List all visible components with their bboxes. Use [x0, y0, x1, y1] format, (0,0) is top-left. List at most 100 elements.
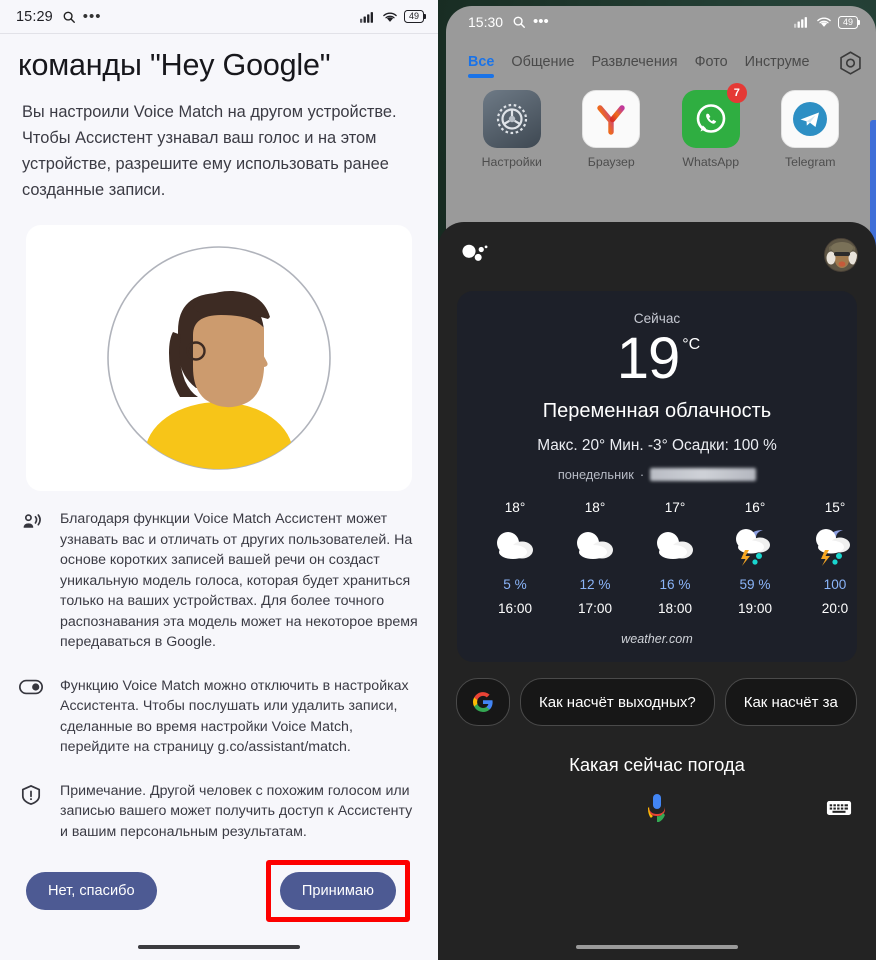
tab-all[interactable]: Все: [468, 54, 495, 80]
hour-cell: 18° 5 % 16:00: [475, 500, 555, 616]
suggestion-chip-tomorrow[interactable]: Как насчёт за: [724, 678, 857, 726]
weather-minmax-precip: Макс. 20° Мин. -3° Осадки: 100 %: [537, 437, 777, 454]
weather-location-redacted: [650, 468, 757, 481]
list-item: Благодаря функции Voice Match Ассистент …: [18, 509, 418, 653]
tab-tools[interactable]: Инструме: [745, 54, 810, 80]
thunderstorm-night-icon: [729, 524, 781, 568]
app-item-browser[interactable]: Браузер: [562, 90, 662, 169]
weather-now-label: Сейчас: [633, 311, 681, 326]
app-label: Настройки: [481, 155, 542, 169]
app-item-settings[interactable]: Настройки: [462, 90, 562, 169]
assistant-query-text: Какая сейчас погода: [569, 754, 745, 775]
right-status-bar: 15:30 ••• 49: [446, 6, 876, 38]
tab-communication[interactable]: Общение: [511, 54, 574, 80]
suggestion-chip-weekend[interactable]: Как насчёт выходных?: [520, 678, 715, 726]
right-phone-assistant-screen: 15:30 ••• 49 Все Общение Развлечения Фот…: [438, 0, 876, 960]
yandex-browser-icon[interactable]: [582, 90, 641, 148]
status-indicators: 49: [360, 10, 427, 23]
voice-match-avatar-illustration: [26, 225, 412, 491]
app-item-whatsapp[interactable]: 7 WhatsApp: [661, 83, 761, 169]
signal-bars-icon: [794, 17, 807, 28]
partly-cloudy-icon: [491, 524, 539, 568]
search-icon[interactable]: [62, 10, 76, 24]
weather-temperature: 19 °C: [616, 326, 701, 391]
hour-temp: 17°: [664, 500, 686, 515]
whatsapp-icon[interactable]: 7: [681, 83, 747, 148]
decline-button[interactable]: Нет, спасибо: [26, 872, 157, 910]
voice-person-icon: [18, 509, 44, 533]
hour-time: 17:00: [577, 601, 613, 616]
search-icon[interactable]: [512, 15, 526, 29]
weather-day: понедельник: [557, 467, 634, 482]
list-item-text: Функцию Voice Match можно отключить в на…: [60, 677, 409, 756]
assistant-input-row: [438, 792, 876, 838]
hour-temp: 18°: [584, 500, 606, 515]
hour-precipitation: 59 %: [739, 577, 771, 592]
settings-gear-icon[interactable]: [482, 90, 541, 148]
telegram-icon[interactable]: [781, 90, 840, 148]
accept-button[interactable]: Принимаю: [279, 872, 396, 910]
toggle-switch-icon: [18, 676, 44, 695]
tab-entertainment[interactable]: Развлечения: [592, 54, 678, 80]
info-list: Благодаря функции Voice Match Ассистент …: [0, 491, 438, 842]
status-time: 15:29: [16, 8, 53, 25]
lead-paragraph: Вы настроили Voice Match на другом устро…: [22, 103, 397, 199]
assistant-header: [438, 222, 876, 272]
list-item-text: Примечание. Другой человек с похожим гол…: [60, 782, 413, 840]
hour-time: 19:00: [737, 601, 773, 616]
weather-separator: ·: [639, 467, 645, 482]
suggestion-chips: Как насчёт выходных? Как насчёт за: [438, 662, 876, 726]
assistant-overlay: Сейчас 19 °C Переменная облачность Макс. …: [438, 222, 876, 960]
home-indicator[interactable]: [576, 944, 738, 949]
avatar-profile-drawing: [107, 246, 331, 470]
google-logo-icon: [473, 692, 493, 712]
hour-temp: 16°: [744, 500, 766, 515]
gear-hexagon-icon[interactable]: [837, 50, 864, 82]
wifi-icon: [383, 11, 397, 22]
hour-cell: 17° 16 % 18:00: [635, 500, 715, 616]
tab-photo[interactable]: Фото: [695, 54, 728, 80]
google-logo-chip[interactable]: [456, 678, 510, 726]
hour-cell: 15° 100 20:0: [795, 500, 857, 616]
more-dots-icon[interactable]: •••: [83, 9, 102, 24]
hour-time: 20:0: [821, 601, 849, 616]
battery-indicator: 49: [404, 10, 427, 23]
hour-precipitation: 16 %: [659, 577, 691, 592]
weather-condition: Переменная облачность: [542, 400, 772, 422]
more-dots-icon[interactable]: •••: [533, 14, 549, 29]
app-label: WhatsApp: [682, 155, 740, 169]
status-time: 15:30: [468, 14, 504, 30]
signal-bars-icon: [360, 11, 373, 23]
partly-cloudy-icon: [651, 524, 699, 568]
hour-temp: 18°: [504, 500, 526, 515]
home-indicator[interactable]: [138, 944, 300, 949]
list-item: Функцию Voice Match можно отключить в на…: [18, 676, 418, 758]
hourly-forecast-row[interactable]: 18° 5 % 16:00 18° 12 % 17:00 17° 16 % 18…: [473, 500, 850, 616]
google-mic-icon[interactable]: [644, 792, 670, 831]
partly-cloudy-icon: [571, 524, 619, 568]
hour-time: 16:00: [497, 601, 533, 616]
weather-day-location: понедельник ·: [473, 467, 841, 482]
action-buttons-row: Нет, спасибо Принимаю: [0, 860, 438, 922]
hour-cell: 18° 12 % 17:00: [555, 500, 635, 616]
user-avatar[interactable]: [824, 238, 858, 272]
left-phone-voice-match-screen: 15:29 ••• 49 команды "Hey Google" Вы нас…: [0, 0, 438, 960]
hour-precipitation: 100: [823, 577, 847, 592]
hour-temp: 15°: [824, 500, 846, 515]
app-item-telegram[interactable]: Telegram: [761, 90, 861, 169]
temperature-unit: °C: [682, 336, 701, 353]
hour-time: 18:00: [657, 601, 693, 616]
left-status-bar: 15:29 ••• 49: [0, 0, 438, 34]
assistant-dots-icon[interactable]: [462, 243, 490, 268]
list-item: Примечание. Другой человек с похожим гол…: [18, 781, 418, 843]
page-title: команды "Hey Google": [18, 48, 331, 82]
keyboard-icon[interactable]: [826, 798, 852, 823]
accept-button-highlight: Принимаю: [265, 860, 410, 922]
thunderstorm-night-icon: [809, 524, 857, 568]
shield-warning-icon: [18, 781, 44, 806]
app-grid: Настройки Браузер 7 WhatsApp Telegram: [446, 80, 876, 169]
weather-card[interactable]: Сейчас 19 °C Переменная облачность Макс. …: [457, 291, 857, 662]
notification-badge: 7: [726, 83, 747, 103]
app-drawer-panel: 15:30 ••• 49 Все Общение Развлечения Фот…: [446, 6, 876, 254]
temperature-value: 19: [616, 326, 681, 391]
